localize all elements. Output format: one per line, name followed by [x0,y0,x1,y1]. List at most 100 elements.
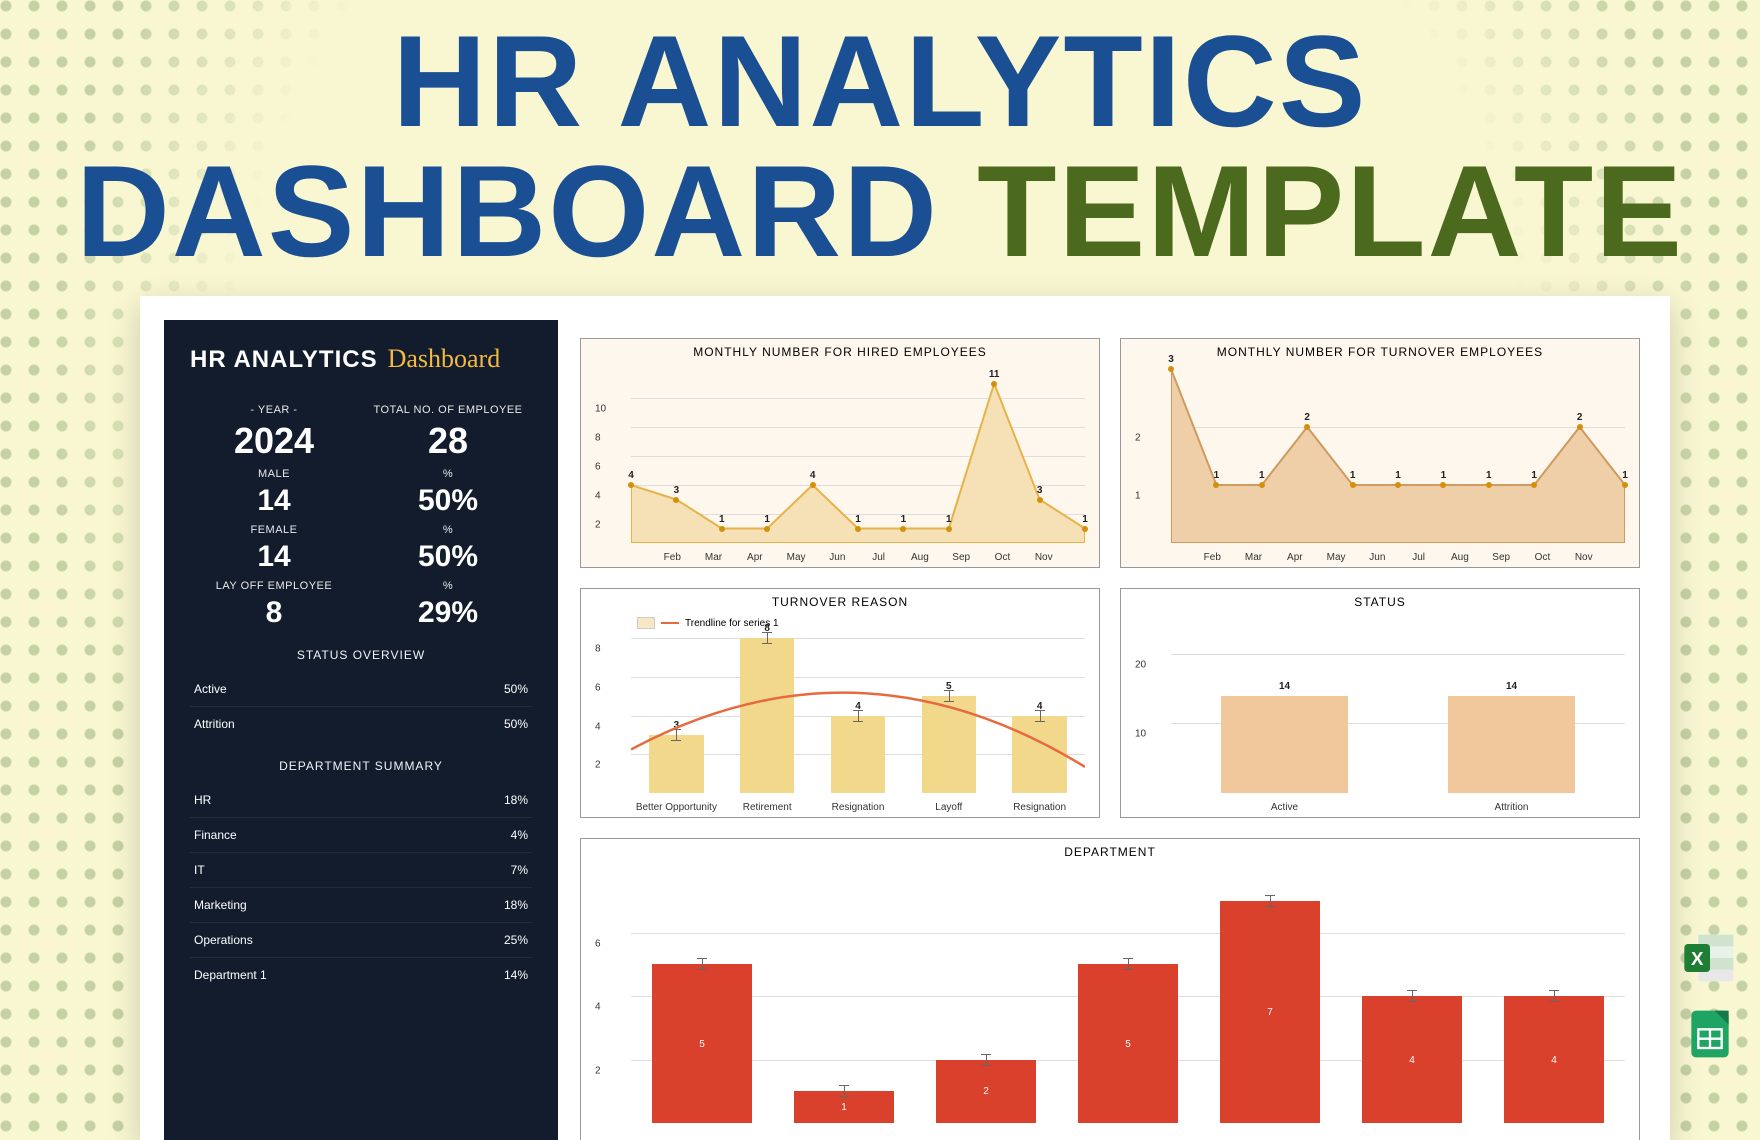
stat-value: 14 [190,540,358,574]
data-label: 1 [1259,470,1265,481]
legend: Trendline for series 1 [637,617,779,629]
stat-value: 8 [190,596,358,630]
x-category: Nov [1035,552,1053,563]
y-tick: 4 [595,491,601,502]
y-tick: 6 [595,938,601,949]
y-tick: 6 [595,462,601,473]
data-label: 1 [946,514,952,525]
x-category: Oct [995,552,1011,563]
app-icons: X [1682,930,1738,1062]
chart-status: STATUS10201414ActiveAttrition [1120,588,1640,818]
page-title: HR ANALYTICS DASHBOARD TEMPLATE [0,16,1760,276]
data-label: 1 [1531,470,1537,481]
x-category: Apr [1287,552,1303,563]
chart-title: MONTHLY NUMBER FOR HIRED EMPLOYEES [581,339,1099,365]
sidebar-title-b: Dashboard [388,344,501,374]
x-category: Jul [1412,552,1425,563]
kv-key: Operations [194,933,253,947]
stat-label: % [364,468,532,480]
x-category: Aug [1451,552,1469,563]
stat-layoff: LAY OFF EMPLOYEE 8 [190,580,358,630]
data-label: 14 [1506,681,1517,692]
x-category: Resignation [832,802,885,813]
stat-label: - YEAR - [190,404,358,416]
chart-turnover-reason: TURNOVER REASON246838454Trendline for se… [580,588,1100,818]
x-category: Active [1271,802,1298,813]
list-item: Marketing 18% [190,887,532,922]
y-tick: 2 [595,1065,601,1076]
bar: 2 [936,1060,1035,1124]
stat-label: % [364,580,532,592]
chart-title: TURNOVER REASON [581,589,1099,615]
data-label: 1 [855,514,861,525]
chart-hired: MONTHLY NUMBER FOR HIRED EMPLOYEES246810… [580,338,1100,568]
y-tick: 1 [1135,491,1141,502]
data-label: 4 [628,470,634,481]
x-category: Sep [1492,552,1510,563]
kv-key: Active [194,682,227,696]
title-accent: TEMPLATE [977,138,1684,284]
stat-male: MALE 14 [190,468,358,518]
sidebar-title: HR ANALYTICS Dashboard [190,344,532,374]
x-category: Feb [664,552,681,563]
y-tick: 2 [595,520,601,531]
chart-title: STATUS [1121,589,1639,615]
data-label: 1 [719,514,725,525]
x-category: Aug [911,552,929,563]
bar: 4 [1504,996,1603,1123]
stat-female-pct: % 50% [364,524,532,574]
bar [1221,696,1348,793]
bar [1448,696,1575,793]
kv-key: Attrition [194,717,235,731]
kv-key: HR [194,793,211,807]
dept-summary-title: DEPARTMENT SUMMARY [190,759,532,773]
y-tick: 4 [595,1002,601,1013]
stat-value: 29% [364,596,532,630]
x-category: May [1327,552,1346,563]
excel-icon: X [1682,930,1738,986]
data-label: 1 [764,514,770,525]
stat-grid: - YEAR - 2024 TOTAL NO. OF EMPLOYEE 28 M… [190,404,532,630]
kv-val: 25% [504,933,528,947]
y-tick: 8 [595,433,601,444]
x-category: Sep [952,552,970,563]
stat-label: MALE [190,468,358,480]
kv-val: 4% [511,828,528,842]
x-category: Mar [705,552,722,563]
status-overview-list: Active50% Attrition50% [190,672,532,741]
stat-female: FEMALE 14 [190,524,358,574]
data-label: 2 [1304,412,1310,423]
data-label: 1 [1395,470,1401,481]
dept-summary-list: HR18% Finance4% IT7% Marketing18% Operat… [190,783,532,992]
x-category: Feb [1204,552,1221,563]
x-category: Attrition [1495,802,1529,813]
chart-turnover: MONTHLY NUMBER FOR TURNOVER EMPLOYEES123… [1120,338,1640,568]
bar: 1 [794,1091,893,1123]
y-tick: 2 [595,760,601,771]
list-item: IT7% [190,852,532,887]
dashboard-card: HR ANALYTICS Dashboard - YEAR - 2024 TOT… [140,296,1670,1140]
kv-key: Marketing [194,898,247,912]
stat-layoff-pct: % 29% [364,580,532,630]
data-label: 14 [1279,681,1290,692]
data-label: 1 [1486,470,1492,481]
kv-val: 18% [504,793,528,807]
x-category: Jun [829,552,845,563]
stat-value: 50% [364,484,532,518]
sidebar: HR ANALYTICS Dashboard - YEAR - 2024 TOT… [164,320,558,1140]
x-category: Oct [1535,552,1551,563]
data-label: 3 [674,485,680,496]
bar: 7 [1220,901,1319,1123]
stat-total: TOTAL NO. OF EMPLOYEE 28 [364,404,532,462]
data-label: 1 [1441,470,1447,481]
x-category: Jun [1369,552,1385,563]
data-label: 1 [1350,470,1356,481]
kv-val: 14% [504,968,528,982]
stat-value: 50% [364,540,532,574]
x-category: Mar [1245,552,1262,563]
kv-val: 18% [504,898,528,912]
data-label: 4 [810,470,816,481]
data-label: 1 [1082,514,1088,525]
chart-title: MONTHLY NUMBER FOR TURNOVER EMPLOYEES [1121,339,1639,365]
sidebar-title-a: HR ANALYTICS [190,346,378,374]
